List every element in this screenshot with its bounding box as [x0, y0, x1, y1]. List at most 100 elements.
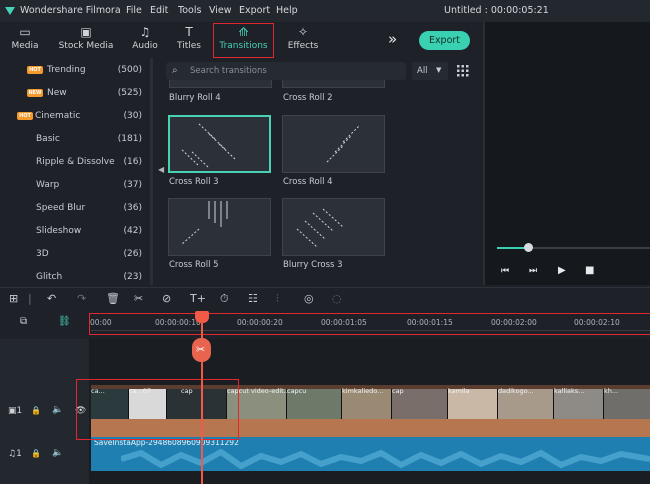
menu-view[interactable]: View [209, 5, 232, 16]
grid-layout-icon[interactable]: ⊞ [9, 292, 18, 305]
search-icon: ⌕ [172, 65, 178, 76]
transition-thumbnail[interactable] [168, 198, 271, 256]
skip-back-icon[interactable]: ⏮ [501, 266, 509, 276]
tab-stock-media-label: Stock Media [58, 41, 114, 51]
menu-tools[interactable]: Tools [178, 5, 201, 16]
category-basic[interactable]: Basic (181) [0, 128, 153, 151]
transition-label: Blurry Cross 3 [283, 260, 343, 270]
category-count: (181) [117, 134, 142, 144]
category-count: (16) [123, 157, 142, 167]
stock-media-icon: ▣ [80, 25, 92, 39]
filter-dropdown[interactable]: All ▼ [412, 62, 448, 80]
chevron-down-icon: ▼ [436, 66, 442, 74]
category-3d[interactable]: 3D (26) [0, 243, 153, 266]
sparkle-icon: ✧ [297, 25, 309, 39]
export-button[interactable]: Export [419, 31, 470, 50]
speaker-icon[interactable]: 🔈 [52, 448, 63, 458]
clip-title: capcu [287, 387, 307, 395]
link-icon[interactable]: ⛓ [58, 316, 71, 327]
adjust-icon[interactable]: ☷ [248, 292, 258, 305]
stop-icon[interactable]: ■ [585, 265, 594, 276]
cut-icon[interactable]: ✂ [134, 292, 143, 305]
transitions-tab-highlight [213, 23, 274, 58]
clip-title: kalliaks... [554, 387, 585, 395]
category-ripple-dissolve[interactable]: Ripple & Dissolve (16) [0, 151, 153, 174]
category-label: Speed Blur [36, 203, 86, 213]
lock-icon[interactable]: 🔒 [31, 406, 41, 415]
add-text-icon[interactable]: T+ [190, 292, 206, 305]
hot-badge: HOT [27, 66, 43, 74]
ruler-highlight [89, 313, 650, 335]
category-label: Basic [36, 134, 60, 144]
audio-wave-icon[interactable]: ⫶ [276, 292, 279, 306]
speaker-icon[interactable]: 🔈 [52, 405, 63, 415]
collapse-sidebar-icon[interactable]: ◀ [158, 165, 164, 174]
category-cinematic[interactable]: HOT Cinematic (30) [0, 105, 153, 128]
cross-roll-arrows-icon [296, 208, 344, 248]
transition-thumbnail[interactable] [282, 115, 385, 173]
category-count: (42) [123, 226, 142, 236]
step-forward-icon[interactable]: ⏭ [529, 266, 537, 276]
redo-icon[interactable]: ↷ [77, 292, 86, 305]
scissors-glyph: ✂ [196, 343, 206, 356]
speed-icon[interactable]: ◎ [304, 292, 314, 305]
category-warp[interactable]: Warp (37) [0, 174, 153, 197]
menu-export[interactable]: Export [239, 5, 270, 16]
search-transitions-field[interactable]: ⌕ Search transitions [166, 62, 406, 80]
music-note-icon: ♫ [139, 25, 151, 39]
sidebar-scrollbar[interactable] [150, 58, 153, 285]
app-name: Wondershare Filmora [20, 5, 121, 16]
selected-clips-highlight [76, 379, 239, 440]
category-label: Slideshow [36, 226, 82, 236]
tab-titles-label: Titles [177, 41, 201, 51]
cross-roll-arrows-icon [180, 201, 228, 246]
transition-thumbnail[interactable] [169, 80, 272, 88]
tab-audio[interactable]: ♫ Audio [128, 22, 162, 58]
expand-chevrons-icon[interactable]: » [388, 30, 397, 48]
tab-titles[interactable]: T Titles [172, 22, 206, 58]
transition-thumbnail[interactable] [282, 198, 385, 256]
tag-icon[interactable]: ⊘ [162, 292, 171, 305]
tab-stock-media[interactable]: ▣ Stock Media [56, 22, 116, 58]
add-track-icon[interactable]: ⧉ [20, 316, 27, 327]
cross-roll-arrows-icon [180, 122, 236, 168]
menu-help[interactable]: Help [276, 5, 298, 16]
grid-view-icon[interactable] [457, 65, 469, 77]
timeline-toolbar: ⊞ | ↶ ↷ 🗑 ✂ ⊘ T+ ⏱ ☷ ⫶ ◎ ◌ [0, 287, 650, 309]
category-count: (37) [123, 180, 142, 190]
new-badge: NEW [27, 89, 43, 97]
video-track-icon[interactable]: ▣1 [8, 406, 22, 416]
title-bar: Wondershare Filmora File Edit Tools View… [0, 0, 650, 22]
timer-icon[interactable]: ⏱ [220, 292, 229, 306]
search-input[interactable]: Search transitions [190, 66, 267, 76]
tab-audio-label: Audio [132, 41, 158, 51]
transition-thumbnail[interactable] [282, 80, 385, 88]
playback-scrubber[interactable] [523, 243, 533, 252]
clip-title: kh... [604, 387, 619, 395]
tab-media-label: Media [11, 41, 39, 51]
audio-track-icon[interactable]: ♫1 [8, 449, 22, 459]
folder-icon: ▭ [19, 25, 31, 39]
preview-player: ⏮ ⏭ ▶ ■ [485, 22, 650, 285]
lock-icon[interactable]: 🔒 [31, 449, 41, 458]
tab-effects[interactable]: ✧ Effects [283, 22, 323, 58]
undo-icon[interactable]: ↶ [47, 292, 56, 305]
tab-media[interactable]: ▭ Media [6, 22, 44, 58]
category-new[interactable]: NEW New (525) [0, 82, 153, 105]
transition-thumbnail-selected[interactable] [168, 115, 271, 173]
play-icon[interactable]: ▶ [558, 265, 566, 276]
category-glitch[interactable]: Glitch (23) [0, 266, 153, 289]
category-slideshow[interactable]: Slideshow (42) [0, 220, 153, 243]
audio-track[interactable]: SaveInstaApp-2948608960909311292 [91, 437, 650, 471]
clip-title: cap [392, 387, 404, 395]
filter-value: All [417, 66, 428, 76]
menu-file[interactable]: File [126, 5, 142, 16]
menu-edit[interactable]: Edit [150, 5, 168, 16]
transition-label: Cross Roll 4 [283, 177, 333, 187]
split-scissors-icon[interactable]: ✂ [192, 338, 211, 362]
filmora-logo-icon [5, 7, 15, 15]
category-speed-blur[interactable]: Speed Blur (36) [0, 197, 153, 220]
category-trending[interactable]: HOT Trending (500) [0, 59, 153, 82]
delete-icon[interactable]: 🗑 [106, 292, 120, 305]
stabilize-icon[interactable]: ◌ [332, 292, 342, 305]
